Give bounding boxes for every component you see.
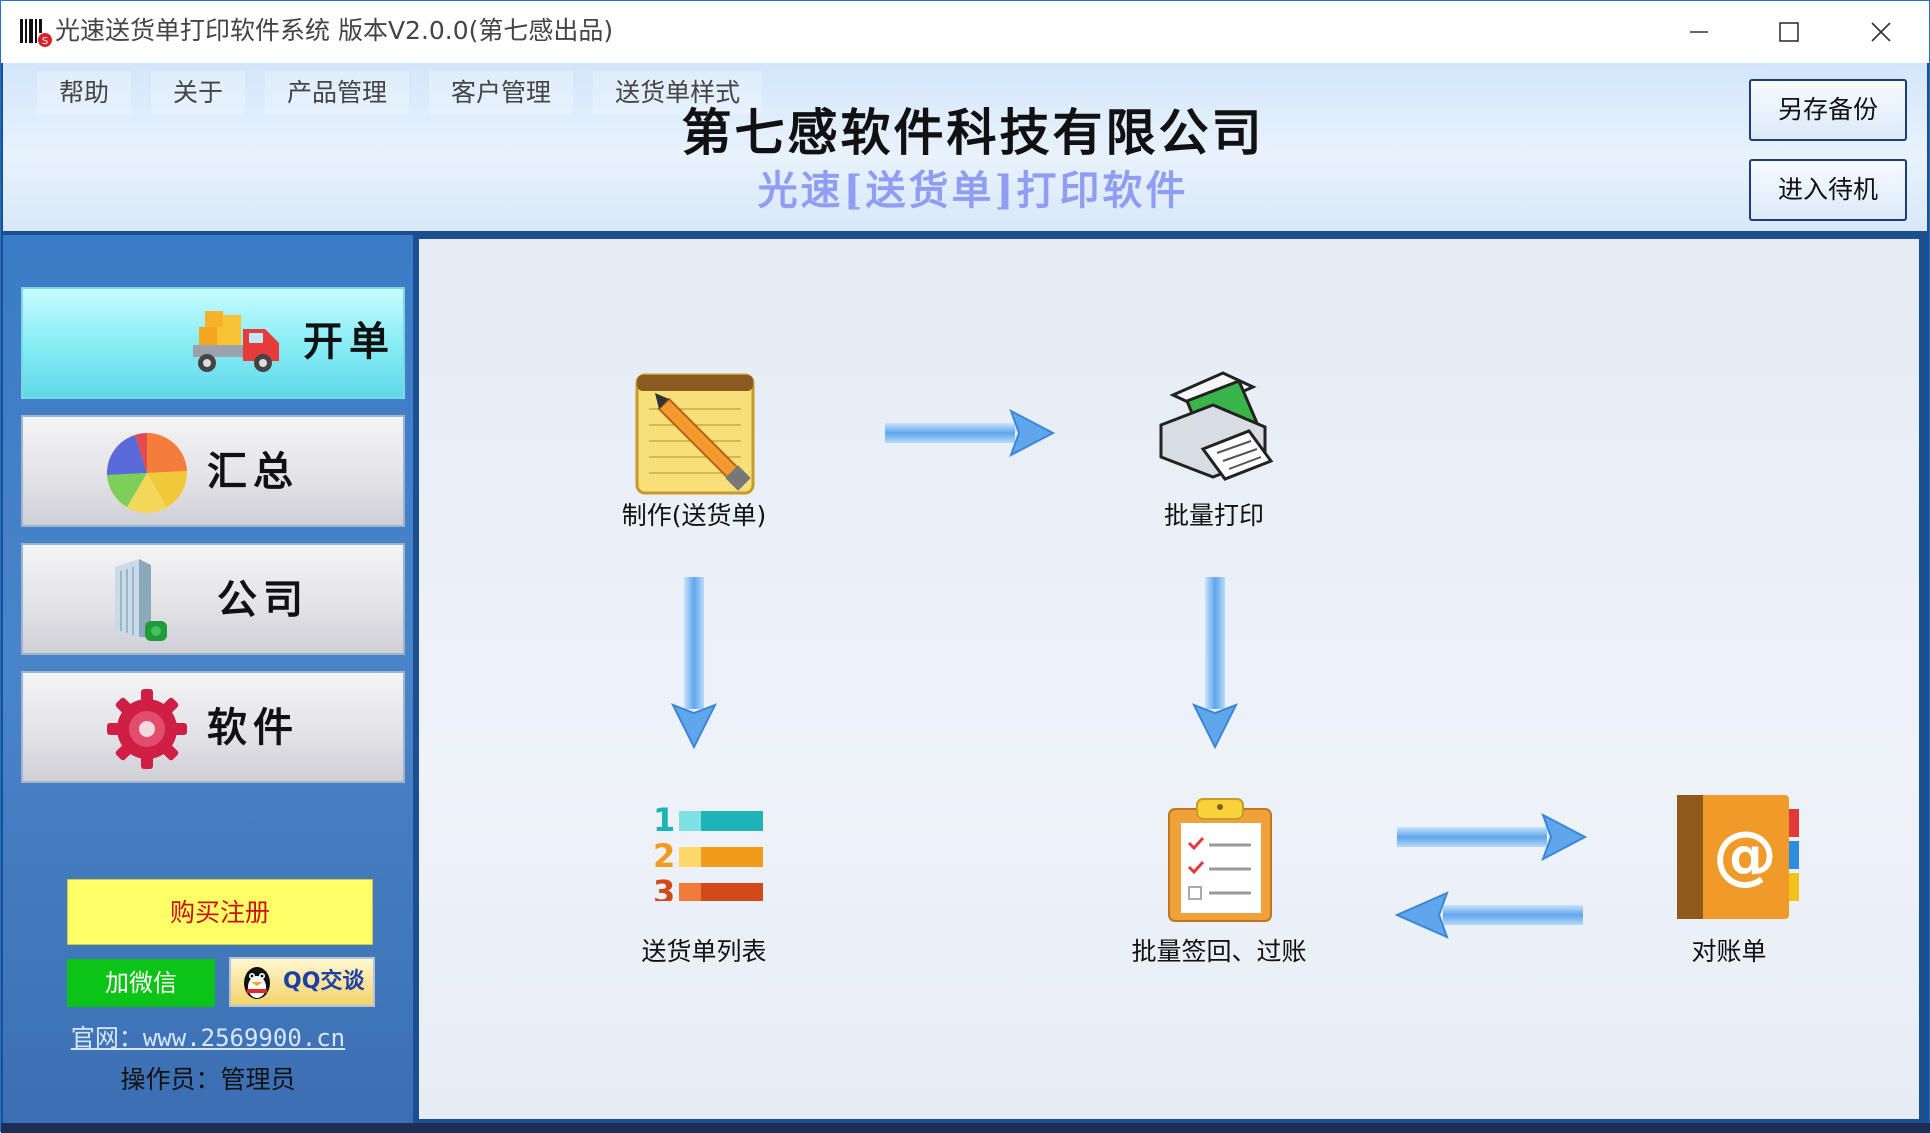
nav-software-label: 软件: [207, 704, 299, 751]
address-book-icon: @: [1677, 795, 1799, 919]
workflow-panel: 制作(送货单) 批量打印 1 2 3 送货单列表 批量签回、过账 @ 对账单: [419, 239, 1919, 1119]
numbered-list-icon: 1 2 3: [653, 801, 763, 901]
sidebar: 开单 汇总 公司 软件 购买注册 加微信 QQ交谈 官网：www.2569900…: [3, 235, 413, 1123]
qq-penguin-icon: [244, 967, 270, 999]
menu-about[interactable]: 关于: [151, 71, 246, 115]
app-window: S 光速送货单打印软件系统 版本V2.0.0(第七感出品) 帮助 关于 产品管理…: [0, 0, 1930, 1133]
clipboard-checklist-icon: [1168, 798, 1272, 922]
svg-text:S: S: [42, 36, 48, 47]
nav-summary[interactable]: 汇总: [21, 415, 405, 527]
truck-icon: [193, 311, 279, 372]
nav-software[interactable]: 软件: [21, 671, 405, 783]
arrow-make-to-list: [670, 577, 718, 750]
window-title: 光速送货单打印软件系统 版本V2.0.0(第七感出品): [55, 16, 614, 45]
batch-print-tile[interactable]: [1145, 363, 1285, 493]
make-delivery-note-label: 制作(送货单): [621, 501, 767, 530]
svg-text:@: @: [1713, 819, 1777, 893]
barcode-app-icon: S: [20, 19, 52, 47]
batch-print-label: 批量打印: [1163, 501, 1264, 530]
company-name: 第七感软件科技有限公司: [681, 103, 1265, 162]
batch-sign-post-tile[interactable]: [1165, 795, 1275, 925]
operator-label: 操作员：管理员: [120, 1065, 296, 1094]
nav-company-label: 公司: [217, 576, 309, 623]
save-backup-button[interactable]: 另存备份: [1749, 79, 1907, 141]
nav-company[interactable]: 公司: [21, 543, 405, 655]
statement-tile[interactable]: @: [1675, 791, 1805, 927]
svg-text:2: 2: [653, 837, 675, 875]
minimize-button[interactable]: [1655, 1, 1743, 63]
svg-text:1: 1: [653, 801, 675, 839]
product-name: 光速[送货单]打印软件: [757, 167, 1189, 214]
statement-label: 对账单: [1691, 937, 1767, 966]
printer-icon: [1159, 371, 1274, 481]
qq-chat-label: QQ交谈: [283, 969, 365, 994]
menu-help[interactable]: 帮助: [37, 71, 132, 115]
arrow-print-to-sign: [1191, 577, 1239, 750]
delivery-note-list-label: 送货单列表: [641, 937, 767, 966]
title-bar: S 光速送货单打印软件系统 版本V2.0.0(第七感出品): [1, 1, 1929, 63]
website-link[interactable]: 官网：www.2569900.cn: [3, 1021, 413, 1055]
maximize-button[interactable]: [1745, 1, 1833, 63]
make-delivery-note-tile[interactable]: [619, 369, 769, 519]
delivery-note-list-tile[interactable]: 1 2 3: [639, 801, 769, 911]
svg-text:3: 3: [653, 873, 675, 901]
menu-product-management[interactable]: 产品管理: [265, 71, 410, 115]
menu-customer-management[interactable]: 客户管理: [429, 71, 574, 115]
batch-sign-post-label: 批量签回、过账: [1131, 937, 1307, 966]
gear-icon: [107, 689, 187, 769]
nav-summary-label: 汇总: [207, 448, 299, 495]
nav-create-order[interactable]: 开单: [21, 287, 405, 399]
nav-create-order-label: 开单: [303, 318, 395, 365]
pie-chart-icon: [106, 432, 188, 513]
enter-standby-button[interactable]: 进入待机: [1749, 159, 1907, 221]
qq-chat-button[interactable]: QQ交谈: [229, 957, 375, 1007]
arrow-make-to-print: [885, 408, 1056, 458]
notepad-pencil-icon: [635, 373, 755, 495]
building-icon: [115, 559, 167, 641]
minimize-icon: [1690, 31, 1708, 33]
add-wechat-button[interactable]: 加微信: [67, 959, 215, 1007]
close-icon: [1871, 22, 1891, 42]
maximize-icon: [1779, 22, 1799, 42]
buy-register-button[interactable]: 购买注册: [67, 879, 373, 945]
arrow-sign-to-statement: [1397, 812, 1588, 862]
arrow-statement-to-sign: [1394, 891, 1583, 939]
header-banner: 帮助 关于 产品管理 客户管理 送货单样式 第七感软件科技有限公司 光速[送货单…: [3, 63, 1927, 235]
close-button[interactable]: [1837, 1, 1925, 63]
